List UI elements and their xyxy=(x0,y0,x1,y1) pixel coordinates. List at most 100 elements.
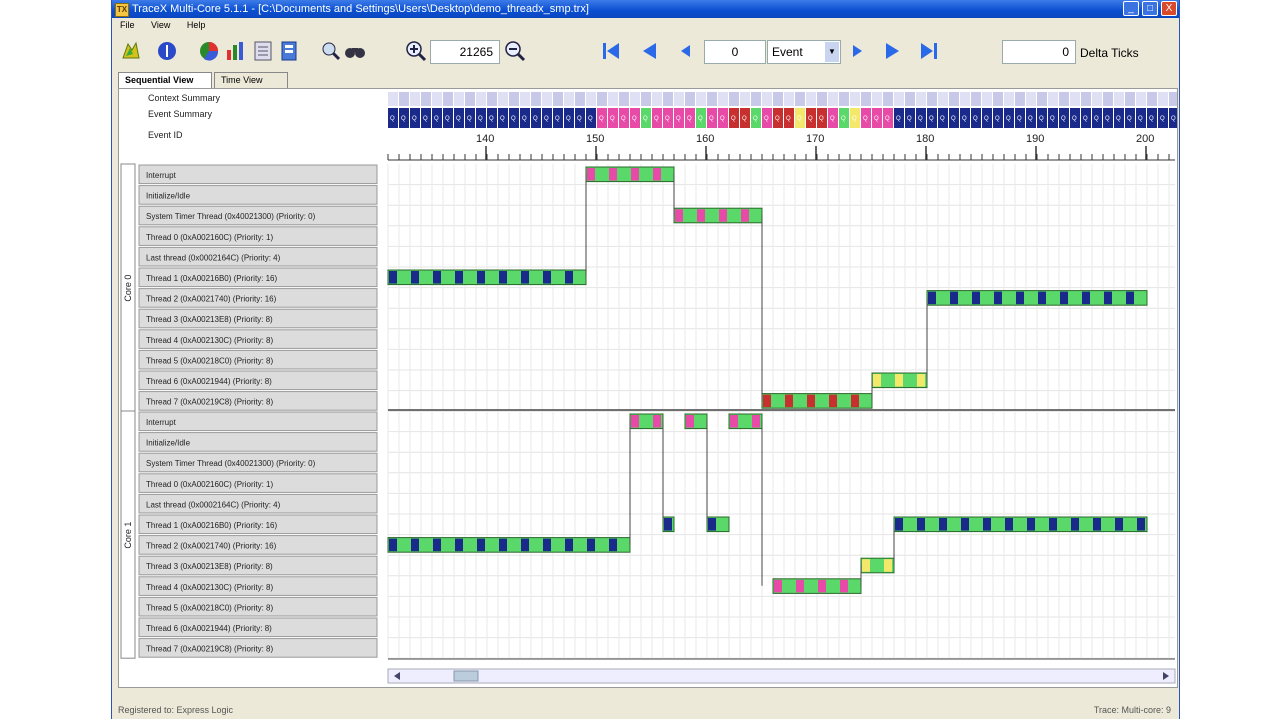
event-marker[interactable] xyxy=(543,538,551,552)
event-marker[interactable] xyxy=(455,538,463,552)
event-marker[interactable] xyxy=(499,271,507,284)
zoom-value-field[interactable]: 21265 xyxy=(430,40,500,64)
event-marker[interactable] xyxy=(675,209,683,222)
last-icon[interactable] xyxy=(918,40,940,62)
bar-chart-icon[interactable] xyxy=(224,40,246,62)
event-marker[interactable] xyxy=(895,518,903,531)
event-marker[interactable] xyxy=(741,209,749,222)
event-run[interactable] xyxy=(926,290,1148,306)
info-icon[interactable] xyxy=(156,40,178,62)
event-marker[interactable] xyxy=(1071,518,1079,531)
event-run[interactable] xyxy=(893,516,1148,533)
event-marker[interactable] xyxy=(752,415,760,428)
event-marker[interactable] xyxy=(433,538,441,552)
event-marker[interactable] xyxy=(664,518,672,531)
event-marker[interactable] xyxy=(521,271,529,284)
event-marker[interactable] xyxy=(840,579,848,593)
event-marker[interactable] xyxy=(631,415,639,428)
event-marker[interactable] xyxy=(587,538,595,552)
menu-help[interactable]: Help xyxy=(187,20,206,30)
next-icon[interactable] xyxy=(847,40,869,62)
menu-view[interactable]: View xyxy=(151,20,170,30)
event-marker[interactable] xyxy=(389,538,397,552)
event-marker[interactable] xyxy=(411,538,419,552)
event-marker[interactable] xyxy=(631,168,639,181)
event-marker[interactable] xyxy=(1005,518,1013,531)
event-marker[interactable] xyxy=(1049,518,1057,531)
horizontal-scrollbar[interactable] xyxy=(387,668,1176,684)
event-marker[interactable] xyxy=(917,374,925,387)
next-page-icon[interactable] xyxy=(882,40,904,62)
event-marker[interactable] xyxy=(653,168,661,181)
event-marker[interactable] xyxy=(653,415,661,428)
event-marker[interactable] xyxy=(411,271,419,284)
event-marker[interactable] xyxy=(1126,291,1134,305)
event-type-select[interactable]: Event ▼ xyxy=(767,40,841,64)
event-marker[interactable] xyxy=(499,538,507,552)
event-marker[interactable] xyxy=(686,415,694,428)
event-marker[interactable] xyxy=(873,374,881,387)
scrollbar-thumb[interactable] xyxy=(453,670,479,682)
stack-icon[interactable] xyxy=(278,40,300,62)
first-icon[interactable] xyxy=(600,40,622,62)
event-marker[interactable] xyxy=(697,209,705,222)
event-number-field[interactable]: 0 xyxy=(704,40,766,64)
event-marker[interactable] xyxy=(796,579,804,593)
event-marker[interactable] xyxy=(818,579,826,593)
event-marker[interactable] xyxy=(1137,518,1145,531)
event-marker[interactable] xyxy=(807,394,815,408)
event-marker[interactable] xyxy=(1060,291,1068,305)
event-marker[interactable] xyxy=(950,291,958,305)
event-marker[interactable] xyxy=(774,579,782,593)
event-marker[interactable] xyxy=(1104,291,1112,305)
event-marker[interactable] xyxy=(609,168,617,181)
event-marker[interactable] xyxy=(851,394,859,408)
list-icon[interactable] xyxy=(252,40,274,62)
event-marker[interactable] xyxy=(1082,291,1090,305)
event-marker[interactable] xyxy=(1093,518,1101,531)
tab-sequential-view[interactable]: Sequential View xyxy=(118,72,212,88)
search-icon[interactable] xyxy=(320,40,342,62)
event-marker[interactable] xyxy=(972,291,980,305)
event-marker[interactable] xyxy=(862,559,870,572)
event-marker[interactable] xyxy=(983,518,991,531)
event-marker[interactable] xyxy=(994,291,1002,305)
event-marker[interactable] xyxy=(565,538,573,552)
event-marker[interactable] xyxy=(1038,291,1046,305)
event-marker[interactable] xyxy=(939,518,947,531)
zoom-in-icon[interactable] xyxy=(405,40,427,62)
trace-view[interactable]: Context Summary Event Summary Event ID Core… xyxy=(119,89,1181,687)
event-marker[interactable] xyxy=(1027,518,1035,531)
event-marker[interactable] xyxy=(587,168,595,181)
delta-ticks-field[interactable]: 0 xyxy=(1002,40,1076,64)
event-marker[interactable] xyxy=(389,271,397,284)
event-marker[interactable] xyxy=(521,538,529,552)
prev-page-icon[interactable] xyxy=(638,40,660,62)
event-marker[interactable] xyxy=(895,374,903,387)
event-marker[interactable] xyxy=(917,518,925,531)
event-marker[interactable] xyxy=(455,271,463,284)
prev-icon[interactable] xyxy=(674,40,696,62)
event-marker[interactable] xyxy=(763,394,771,408)
event-marker[interactable] xyxy=(477,538,485,552)
event-marker[interactable] xyxy=(433,271,441,284)
maximize-button[interactable]: □ xyxy=(1142,1,1158,16)
chevron-down-icon[interactable]: ▼ xyxy=(825,42,839,62)
event-marker[interactable] xyxy=(477,271,485,284)
event-marker[interactable] xyxy=(785,394,793,408)
minimize-button[interactable]: _ xyxy=(1123,1,1139,16)
event-marker[interactable] xyxy=(719,209,727,222)
pie-chart-icon[interactable] xyxy=(198,40,220,62)
event-marker[interactable] xyxy=(730,415,738,428)
tab-time-view[interactable]: Time View xyxy=(214,72,288,88)
event-marker[interactable] xyxy=(543,271,551,284)
open-icon[interactable] xyxy=(120,40,142,62)
event-marker[interactable] xyxy=(708,518,716,531)
event-marker[interactable] xyxy=(1115,518,1123,531)
event-marker[interactable] xyxy=(565,271,573,284)
event-marker[interactable] xyxy=(884,559,892,572)
binoculars-icon[interactable] xyxy=(344,40,366,62)
event-marker[interactable] xyxy=(609,538,617,552)
zoom-out-icon[interactable] xyxy=(504,40,526,62)
event-marker[interactable] xyxy=(928,291,936,305)
